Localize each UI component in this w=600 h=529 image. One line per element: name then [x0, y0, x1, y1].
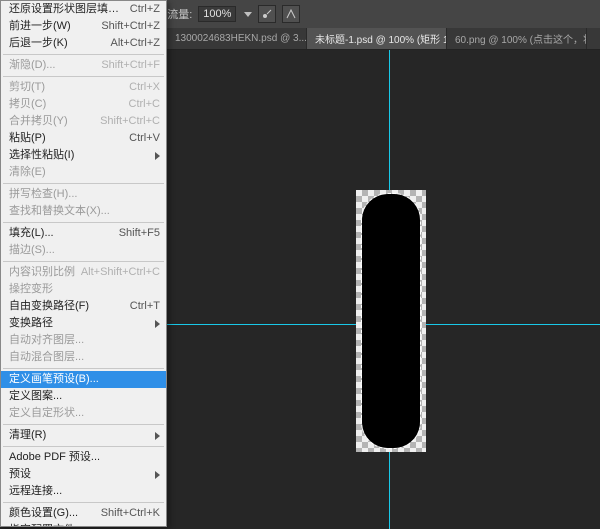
menu-content-aware-scale: 内容识别比例Alt+Shift+Ctrl+C — [1, 264, 166, 281]
menu-separator — [3, 502, 164, 503]
flow-value[interactable]: 100% — [198, 6, 236, 22]
shape-bounds — [356, 190, 426, 452]
menu-paste-special[interactable]: 选择性粘贴(I) — [1, 147, 166, 164]
menu-free-transform[interactable]: 自由变换路径(F)Ctrl+T — [1, 298, 166, 315]
tab-doc-3[interactable]: 60.png @ 100% (点击这个，将 选区转 — [447, 28, 587, 49]
tab-doc-1[interactable]: 1300024683HEKN.psd @ 3...× — [167, 28, 307, 49]
menu-fade: 渐隐(D)...Shift+Ctrl+F — [1, 57, 166, 74]
menu-fill[interactable]: 填充(L)...Shift+F5 — [1, 225, 166, 242]
menu-spellcheck: 拼写检查(H)... — [1, 186, 166, 203]
menu-color-settings[interactable]: 颜色设置(G)...Shift+Ctrl+K — [1, 505, 166, 522]
flow-label: 流量: — [167, 6, 192, 22]
menu-puppet-warp: 操控变形 — [1, 281, 166, 298]
menu-stroke: 描边(S)... — [1, 242, 166, 259]
menu-paste[interactable]: 粘贴(P)Ctrl+V — [1, 130, 166, 147]
menu-auto-align: 自动对齐图层... — [1, 332, 166, 349]
chevron-right-icon — [155, 320, 160, 328]
menu-undo[interactable]: 还原设置形状图层填充(O)Ctrl+Z — [1, 1, 166, 18]
menu-separator — [3, 424, 164, 425]
menu-remote[interactable]: 远程连接... — [1, 483, 166, 500]
menu-presets[interactable]: 预设 — [1, 466, 166, 483]
menu-separator — [3, 368, 164, 369]
chevron-right-icon — [155, 152, 160, 160]
selection-marquee — [361, 193, 421, 449]
menu-auto-blend: 自动混合图层... — [1, 349, 166, 366]
menu-separator — [3, 54, 164, 55]
menu-define-pattern[interactable]: 定义图案... — [1, 388, 166, 405]
airbrush-icon[interactable] — [258, 5, 276, 23]
menu-step-backward[interactable]: 后退一步(K)Alt+Ctrl+Z — [1, 35, 166, 52]
menu-separator — [3, 261, 164, 262]
flow-dropdown-icon[interactable] — [244, 12, 252, 17]
menu-purge[interactable]: 清理(R) — [1, 427, 166, 444]
menu-separator — [3, 183, 164, 184]
pressure-size-icon[interactable] — [282, 5, 300, 23]
menu-cut: 剪切(T)Ctrl+X — [1, 79, 166, 96]
menu-transform[interactable]: 变换路径 — [1, 315, 166, 332]
edit-menu: 还原设置形状图层填充(O)Ctrl+Z 前进一步(W)Shift+Ctrl+Z … — [0, 0, 167, 527]
menu-separator — [3, 76, 164, 77]
tab-doc-2[interactable]: 未标题-1.psd @ 100% (矩形 1, RGB/...× — [307, 28, 447, 49]
menu-copy-merged: 合并拷贝(Y)Shift+Ctrl+C — [1, 113, 166, 130]
menu-assign-profile[interactable]: 指定配置文件... — [1, 522, 166, 527]
menu-clear: 清除(E) — [1, 164, 166, 181]
menu-find-replace: 查找和替换文本(X)... — [1, 203, 166, 220]
chevron-right-icon — [155, 432, 160, 440]
menu-define-shape: 定义自定形状... — [1, 405, 166, 422]
chevron-right-icon — [155, 471, 160, 479]
menu-step-forward[interactable]: 前进一步(W)Shift+Ctrl+Z — [1, 18, 166, 35]
menu-copy: 拷贝(C)Ctrl+C — [1, 96, 166, 113]
menu-define-brush[interactable]: 定义画笔预设(B)... — [1, 371, 166, 388]
menu-separator — [3, 446, 164, 447]
menu-pdf-presets[interactable]: Adobe PDF 预设... — [1, 449, 166, 466]
menu-separator — [3, 222, 164, 223]
